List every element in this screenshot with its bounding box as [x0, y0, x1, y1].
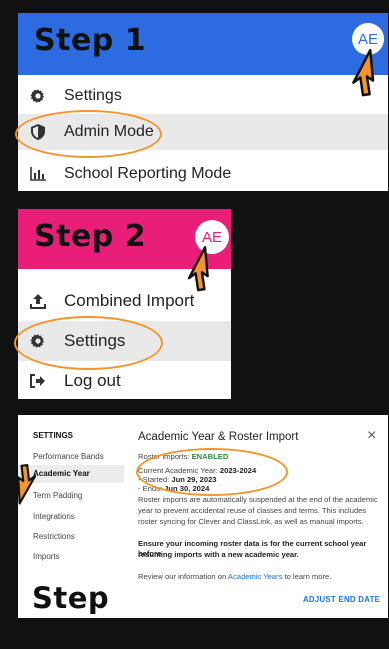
menu-item-label: Combined Import	[64, 291, 195, 310]
warning-line: resuming imports with a new academic yea…	[138, 550, 299, 559]
logout-icon	[26, 374, 50, 388]
step3-panel: SETTINGS Performance Bands Academic Year…	[18, 415, 388, 649]
sidebar-heading: SETTINGS	[33, 431, 74, 440]
step1-panel: Step 1 AE Settings Admin Mode School Rep…	[18, 13, 388, 191]
info-paragraph-line: Roster imports are automatically suspend…	[138, 495, 378, 504]
settings-sidebar: SETTINGS Performance Bands Academic Year…	[18, 415, 124, 649]
menu-item-log-out[interactable]: Log out	[18, 366, 231, 396]
pointer-cursor-icon	[345, 48, 387, 103]
highlight-ring	[136, 448, 288, 496]
sidebar-item-imports[interactable]: Imports	[33, 552, 60, 561]
highlight-ring	[15, 110, 162, 158]
menu-item-label: School Reporting Mode	[64, 165, 232, 182]
review-prefix: Review our information on	[138, 572, 228, 581]
bar-chart-icon	[26, 167, 50, 181]
sidebar-item-performance-bands[interactable]: Performance Bands	[33, 452, 104, 461]
info-paragraph-line: roster syncing for Clever and ClassLink,…	[138, 517, 364, 526]
highlight-ring	[14, 316, 163, 370]
gear-icon	[26, 88, 50, 104]
close-icon[interactable]: ×	[367, 427, 376, 445]
menu-item-label: Settings	[64, 87, 122, 104]
sidebar-item-integrations[interactable]: Integrations	[33, 512, 75, 521]
adjust-end-date-button[interactable]: ADJUST END DATE	[303, 595, 380, 604]
step3-title: Step 3	[32, 581, 110, 649]
menu-item-settings[interactable]: Settings	[18, 81, 388, 111]
academic-years-link[interactable]: Academic Years	[228, 572, 282, 581]
menu-item-school-reporting-mode[interactable]: School Reporting Mode	[18, 159, 388, 189]
menu-item-label: Log out	[64, 371, 121, 390]
sidebar-item-restrictions[interactable]: Restrictions	[33, 532, 75, 541]
step1-title: Step 1	[34, 23, 147, 58]
info-paragraph-line: year to prevent accidental reuse of clas…	[138, 506, 367, 515]
step1-header: Step 1 AE	[18, 13, 388, 75]
step2-title: Step 2	[34, 219, 147, 254]
review-line: Review our information on Academic Years…	[138, 572, 331, 582]
step2-panel: Step 2 AE Combined Import Settings Log o…	[18, 209, 231, 399]
pointer-cursor-icon	[181, 245, 221, 298]
dialog-title: Academic Year & Roster Import	[138, 431, 299, 443]
pointer-cursor-icon	[6, 462, 42, 511]
review-suffix: to learn more.	[282, 572, 332, 581]
upload-icon	[26, 293, 50, 309]
